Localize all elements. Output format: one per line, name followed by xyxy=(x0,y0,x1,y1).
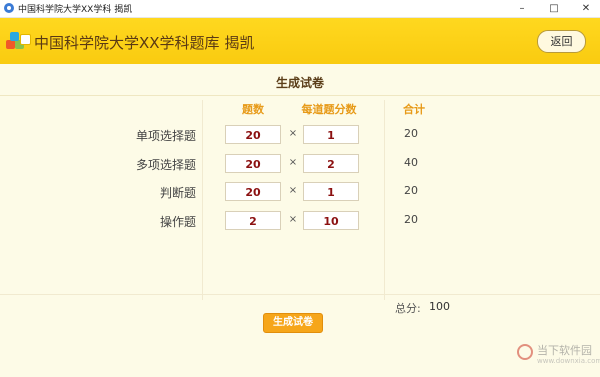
watermark-logo-icon xyxy=(517,344,533,360)
back-button[interactable]: 返回 xyxy=(537,30,586,53)
row-label-operation: 操作题 xyxy=(159,215,196,229)
app-icon xyxy=(4,3,14,13)
maximize-button[interactable]: □ xyxy=(540,0,568,17)
total-score-label: 总分: xyxy=(395,302,421,315)
score-input-multiple-choice[interactable]: 2 xyxy=(303,154,359,173)
watermark-text: 当下软件园 xyxy=(537,344,592,357)
close-button[interactable]: ✕ xyxy=(572,0,600,17)
times-symbol: × xyxy=(288,214,298,225)
count-input-single-choice[interactable]: 20 xyxy=(225,125,281,144)
times-symbol: × xyxy=(288,157,298,168)
score-input-true-false[interactable]: 1 xyxy=(303,182,359,201)
window-titlebar: 中国科学院大学XX学科 揭凯 – □ ✕ xyxy=(0,0,600,18)
count-input-multiple-choice[interactable]: 20 xyxy=(225,154,281,173)
count-input-operation[interactable]: 2 xyxy=(225,211,281,230)
window-title: 中国科学院大学XX学科 揭凯 xyxy=(18,5,133,15)
app-title: 中国科学院大学XX学科题库 揭凯 xyxy=(34,34,255,52)
column-header-score: 每道题分数 xyxy=(301,103,357,116)
watermark-url: www.downxia.com xyxy=(537,357,600,365)
column-divider xyxy=(202,100,203,300)
row-total-multiple-choice: 40 xyxy=(404,156,418,169)
column-header-total: 合计 xyxy=(403,103,425,116)
count-input-true-false[interactable]: 20 xyxy=(225,182,281,201)
column-divider xyxy=(384,100,385,300)
divider xyxy=(0,95,600,96)
score-input-operation[interactable]: 10 xyxy=(303,211,359,230)
row-total-operation: 20 xyxy=(404,213,418,226)
page-title: 生成试卷 xyxy=(275,76,324,90)
row-label-true-false: 判断题 xyxy=(159,186,196,200)
app-header: 中国科学院大学XX学科题库 揭凯 返回 xyxy=(0,18,600,64)
total-score-value: 100 xyxy=(429,300,450,313)
column-header-count: 题数 xyxy=(242,103,264,116)
row-total-single-choice: 20 xyxy=(404,127,418,140)
main-panel: 生成试卷 题数 每道题分数 合计 单项选择题 20 × 1 20 多项选择题 2… xyxy=(0,64,600,377)
watermark: 当下软件园 www.downxia.com xyxy=(517,342,600,372)
row-label-multiple-choice: 多项选择题 xyxy=(135,158,196,172)
divider xyxy=(0,294,600,295)
score-input-single-choice[interactable]: 1 xyxy=(303,125,359,144)
cubes-logo-icon xyxy=(6,32,32,52)
row-label-single-choice: 单项选择题 xyxy=(135,129,196,143)
times-symbol: × xyxy=(288,185,298,196)
generate-paper-button[interactable]: 生成试卷 xyxy=(263,313,323,333)
row-total-true-false: 20 xyxy=(404,184,418,197)
minimize-button[interactable]: – xyxy=(508,0,536,17)
times-symbol: × xyxy=(288,128,298,139)
